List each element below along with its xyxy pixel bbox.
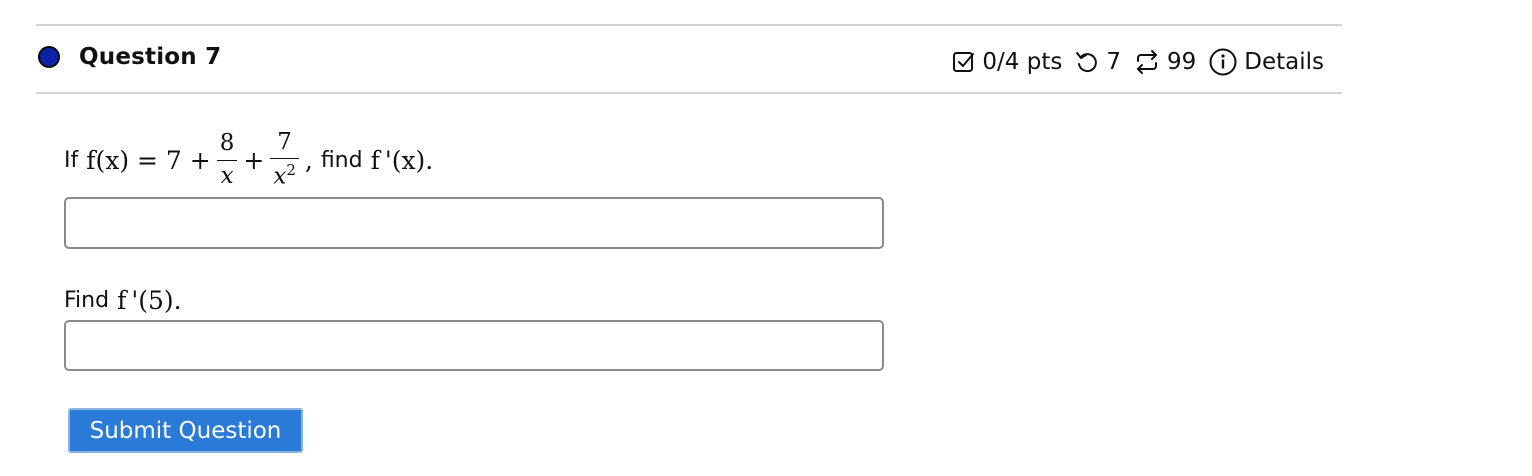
attempts-count: 7 [1106,49,1121,75]
repeat-icon [1133,49,1161,75]
fraction-8-over-x: 8 x [216,130,238,189]
checkbox-icon [952,50,976,74]
problem-statement: If f(x) = 7 + 8 x + 7 x2 , find f '(x). [64,118,433,202]
derivative-at-5: f '(5). [117,285,182,315]
question-meta: 0/4 pts 7 99 Details [952,46,1324,78]
derivative-target: f '(x). [370,145,434,175]
question-title: Question 7 [79,44,222,70]
if-label: If [64,147,79,173]
denominator-base: x [273,163,287,190]
submit-question-button[interactable]: Submit Question [68,408,303,453]
part2-prompt: Find f '(5). [64,282,182,318]
details-link[interactable]: Details [1244,49,1324,75]
fraction-denominator: x2 [270,159,299,190]
submissions-count: 99 [1166,49,1197,75]
info-icon[interactable] [1208,47,1238,77]
plus-sign: + [243,145,265,175]
points-text: 0/4 pts [982,49,1063,75]
value-answer-input[interactable] [64,320,884,371]
header-top-divider [36,24,1342,26]
fraction-denominator: x [220,162,234,189]
comma: , [304,145,313,175]
fraction-numerator: 8 [219,130,235,157]
question-status-dot [38,46,60,68]
fraction-numerator: 7 [277,128,292,155]
find-label: find [320,147,363,173]
derivative-answer-input[interactable] [64,197,884,249]
find-label: Find [64,287,110,313]
header-bottom-divider [36,92,1342,94]
undo-icon [1074,49,1100,75]
denominator-exponent: 2 [286,161,296,180]
fraction-7-over-x-squared: 7 x2 [270,128,299,190]
function-lhs: f(x) = 7 + [86,145,211,175]
